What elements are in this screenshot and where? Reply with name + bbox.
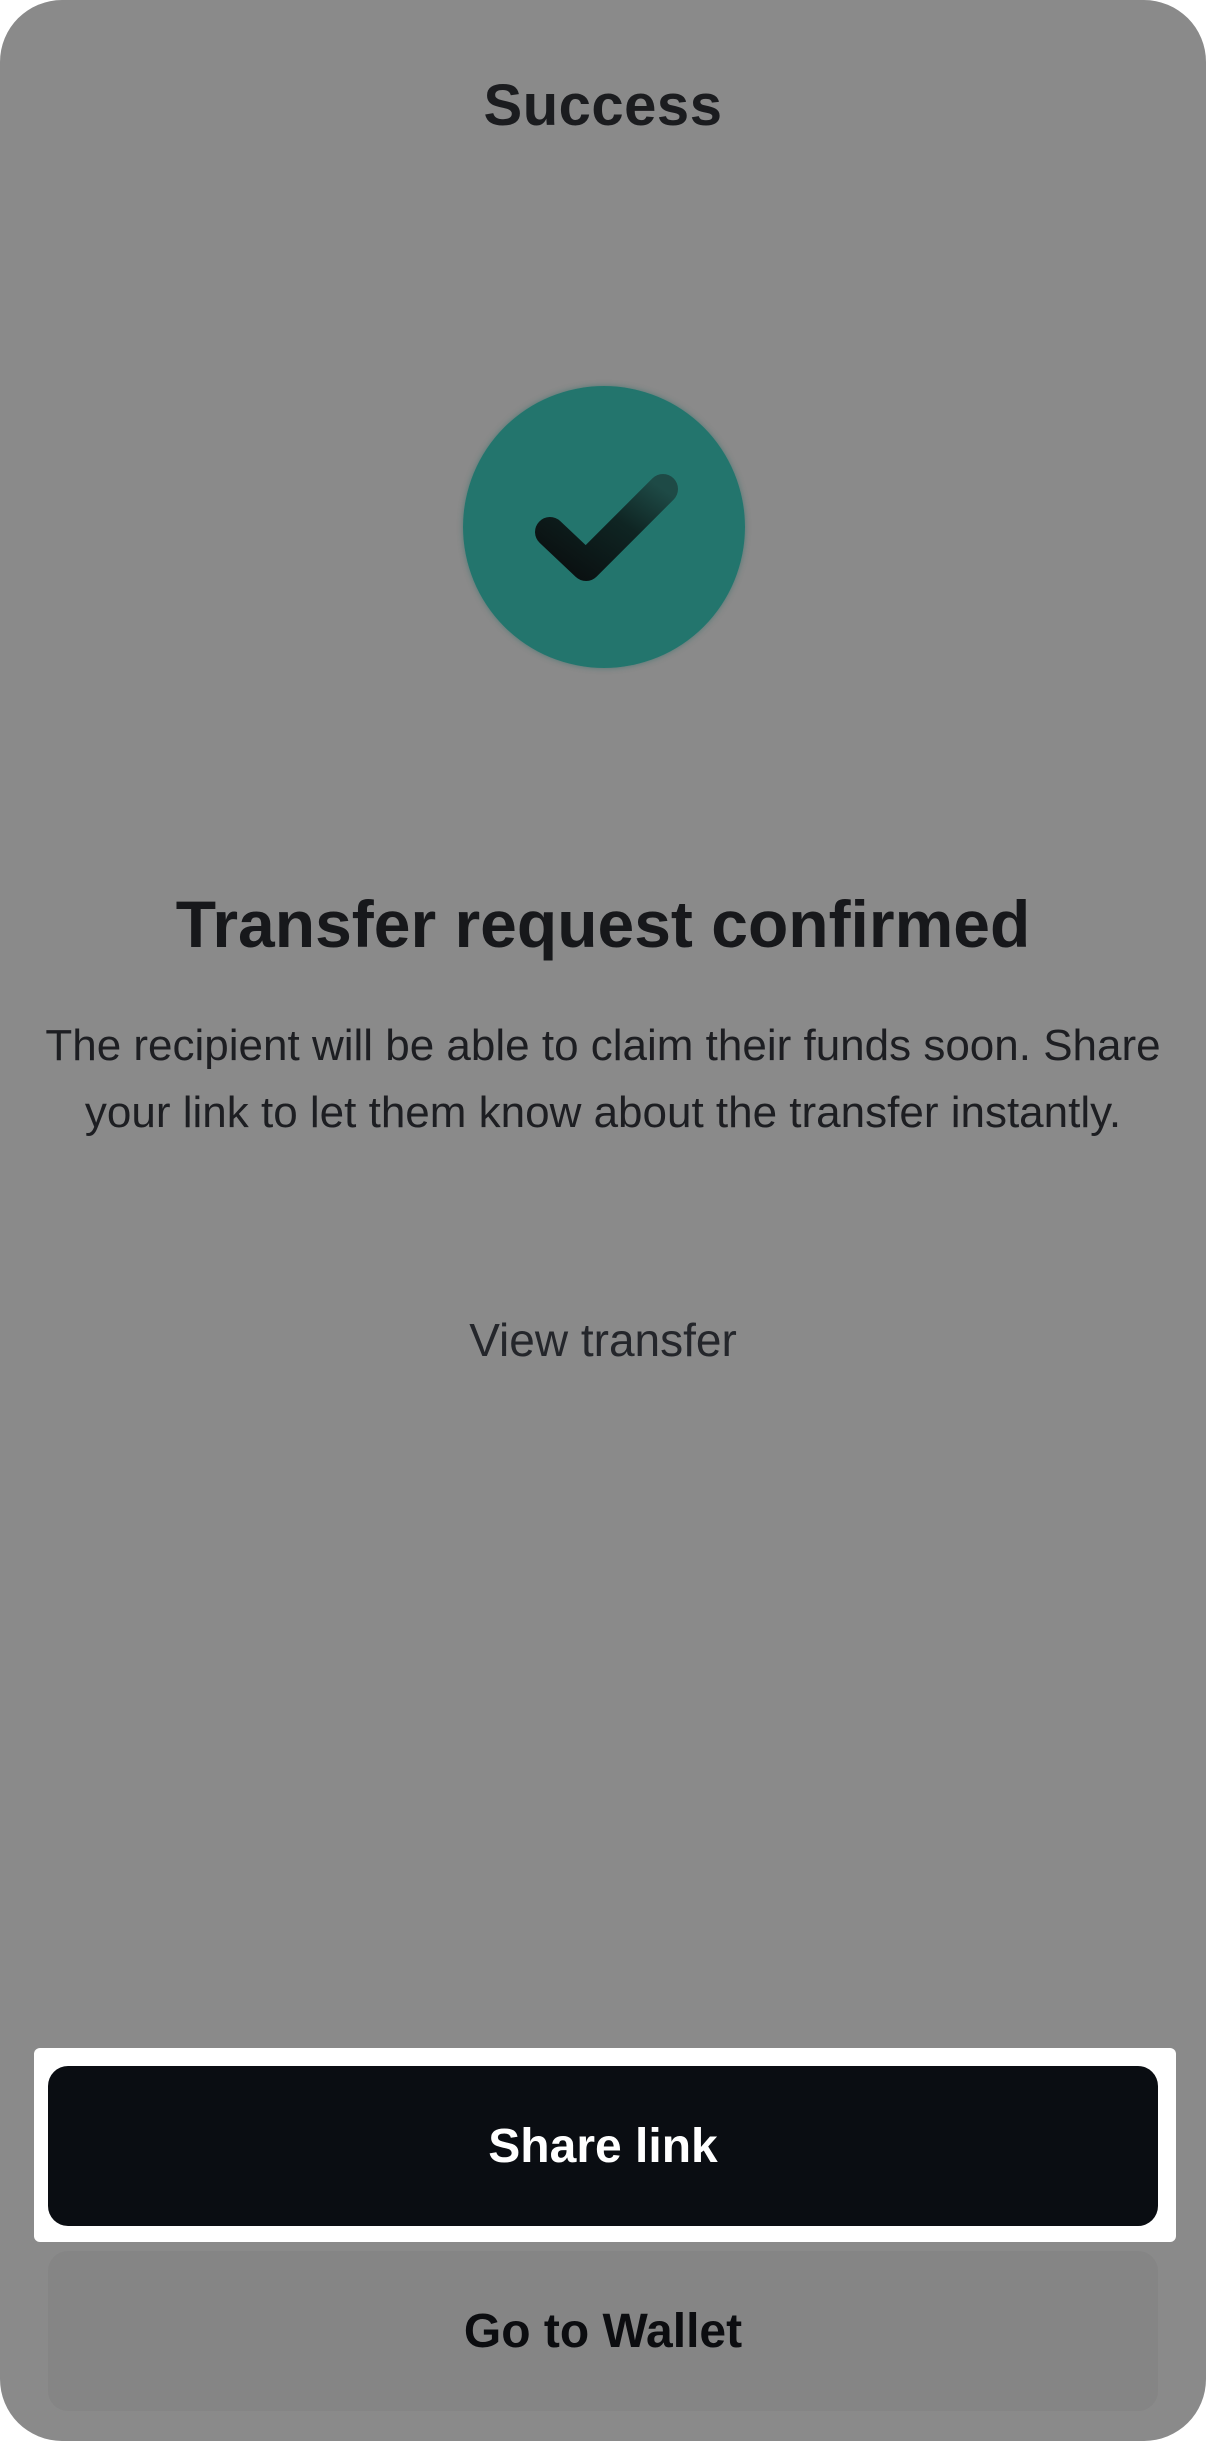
confirmation-title: Transfer request confirmed — [175, 887, 1031, 961]
confirmation-description: The recipient will be able to claim thei… — [45, 1021, 1161, 1137]
page-title: Success — [483, 73, 723, 138]
success-badge — [463, 386, 745, 668]
go-to-wallet-button[interactable]: Go to Wallet — [48, 2251, 1158, 2411]
share-link-button[interactable]: Share link — [48, 2066, 1158, 2226]
success-screen: Success Transfer request confirmed The r… — [0, 0, 1206, 2441]
checkmark-icon — [535, 474, 678, 581]
view-transfer-link[interactable]: View transfer — [0, 1313, 1206, 1367]
